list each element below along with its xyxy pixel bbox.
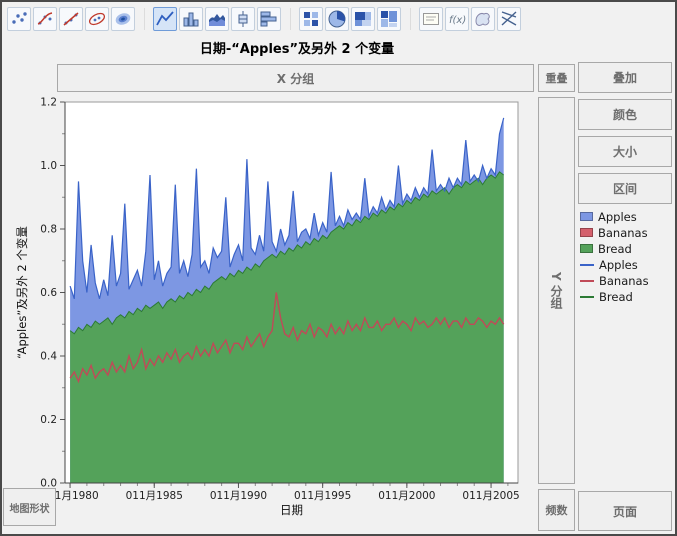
drop-zone-interval[interactable]: 区间 bbox=[578, 173, 672, 204]
pie-tool-button[interactable] bbox=[325, 7, 349, 31]
drop-zone-color[interactable]: 颜色 bbox=[578, 99, 672, 130]
legend-item-apples-fill[interactable]: Apples bbox=[580, 210, 672, 223]
treemap-tool-button[interactable] bbox=[351, 7, 375, 31]
legend-label: Bread bbox=[599, 290, 633, 304]
caption-box-icon bbox=[421, 9, 441, 29]
legend-swatch-line bbox=[580, 264, 594, 266]
toolbar-separator bbox=[283, 8, 291, 30]
legend-swatch-line bbox=[580, 280, 594, 282]
line-of-fit-tool-button[interactable] bbox=[59, 7, 83, 31]
parallel-plot-tool-button[interactable] bbox=[497, 7, 521, 31]
plot-area[interactable]: 0.00.20.40.60.81.01.2011月1980011月1985011… bbox=[12, 92, 532, 534]
drop-zone-overlap[interactable]: 重叠 bbox=[538, 64, 575, 92]
y-axis-title: “Apples”及另外 2 个变量 bbox=[15, 226, 29, 359]
toolbar-separator bbox=[403, 8, 411, 30]
legend-item-apples-line[interactable]: Apples bbox=[580, 258, 672, 271]
y-tick-label: 1.0 bbox=[40, 160, 57, 172]
legend-item-bread-fill[interactable]: Bread bbox=[580, 242, 672, 255]
drop-zone-frequency[interactable]: 频数 bbox=[538, 489, 575, 531]
heatmap-icon bbox=[301, 9, 321, 29]
legend-label: Apples bbox=[599, 258, 638, 272]
drop-zone-map-shape[interactable]: 地图形状 bbox=[3, 488, 56, 526]
smoother-tool-button[interactable] bbox=[33, 7, 57, 31]
mosaic-icon bbox=[379, 9, 399, 29]
drop-zone-size[interactable]: 大小 bbox=[578, 136, 672, 167]
map-shapes-icon bbox=[473, 9, 493, 29]
toolbar-separator bbox=[137, 8, 145, 30]
x-tick-label: 011月1990 bbox=[210, 490, 267, 502]
page-title: 日期-“Apples”及另外 2 个变量 bbox=[57, 38, 537, 57]
graph-builder-window: { "window": { "title": "日期-“Apples”及另外 2… bbox=[0, 0, 677, 536]
legend-item-bread-line[interactable]: Bread bbox=[580, 290, 672, 303]
y-tick-label: 0.6 bbox=[40, 287, 57, 299]
legend-label: Apples bbox=[598, 210, 637, 224]
legend-swatch-line bbox=[580, 296, 594, 298]
y-tick-label: 0.4 bbox=[40, 351, 57, 363]
area-icon bbox=[207, 9, 227, 29]
treemap-icon bbox=[353, 9, 373, 29]
caption-box-tool-button[interactable] bbox=[419, 7, 443, 31]
points-icon bbox=[9, 9, 29, 29]
ellipse-tool-button[interactable] bbox=[85, 7, 109, 31]
histogram-tool-button[interactable] bbox=[257, 7, 281, 31]
x-tick-label: 011月2005 bbox=[462, 490, 519, 502]
legend-swatch-fill bbox=[580, 212, 593, 221]
formula-tool-button[interactable]: f(x) bbox=[445, 7, 469, 31]
toolbar: f(x) bbox=[4, 4, 673, 33]
histogram-icon bbox=[259, 9, 279, 29]
svg-text:f(x): f(x) bbox=[449, 15, 466, 26]
map-shapes-tool-button[interactable] bbox=[471, 7, 495, 31]
line-of-fit-icon bbox=[61, 9, 81, 29]
legend-label: Bread bbox=[598, 242, 632, 256]
line-icon bbox=[155, 9, 175, 29]
y-tick-label: 0.2 bbox=[40, 414, 57, 426]
legend-item-bananas-line[interactable]: Bananas bbox=[580, 274, 672, 287]
pie-icon bbox=[327, 9, 347, 29]
drop-zone-x-group[interactable]: X 分组 bbox=[57, 64, 534, 92]
x-tick-label: 011月2000 bbox=[378, 490, 435, 502]
y-tick-label: 1.2 bbox=[40, 97, 57, 109]
x-tick-label: 011月1995 bbox=[294, 490, 351, 502]
mosaic-tool-button[interactable] bbox=[377, 7, 401, 31]
box-plot-icon bbox=[233, 9, 253, 29]
x-axis-title: 日期 bbox=[280, 503, 303, 517]
contour-tool-button[interactable] bbox=[111, 7, 135, 31]
formula-icon: f(x) bbox=[447, 9, 467, 29]
contour-icon bbox=[113, 9, 133, 29]
x-tick-label: 011月1985 bbox=[126, 490, 183, 502]
legend-swatch-fill bbox=[580, 244, 593, 253]
area-tool-button[interactable] bbox=[205, 7, 229, 31]
parallel-plot-icon bbox=[499, 9, 519, 29]
legend-item-bananas-fill[interactable]: Bananas bbox=[580, 226, 672, 239]
legend: Apples Bananas Bread Apples Bananas Bread bbox=[580, 210, 672, 303]
legend-swatch-fill bbox=[580, 228, 593, 237]
drop-zone-stack[interactable]: 叠加 bbox=[578, 62, 672, 93]
line-tool-button[interactable] bbox=[153, 7, 177, 31]
smoother-icon bbox=[35, 9, 55, 29]
legend-label: Bananas bbox=[599, 274, 649, 288]
y-tick-label: 0.8 bbox=[40, 224, 57, 236]
bar-tool-button[interactable] bbox=[179, 7, 203, 31]
box-plot-tool-button[interactable] bbox=[231, 7, 255, 31]
points-tool-button[interactable] bbox=[7, 7, 31, 31]
drop-zone-page[interactable]: 页面 bbox=[578, 491, 672, 531]
bar-icon bbox=[181, 9, 201, 29]
ellipse-icon bbox=[87, 9, 107, 29]
drop-zone-y-group[interactable]: Y 分组 bbox=[538, 97, 575, 484]
heatmap-tool-button[interactable] bbox=[299, 7, 323, 31]
legend-label: Bananas bbox=[598, 226, 648, 240]
